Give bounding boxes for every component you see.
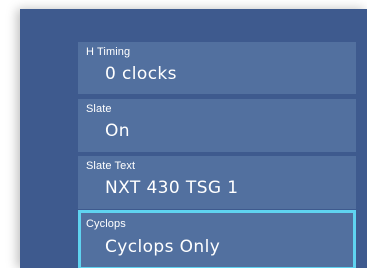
setting-value: NXT 430 TSG 1 [105, 178, 239, 198]
setting-label: Slate Text [86, 160, 136, 172]
settings-panel: H Timing 0 clocks Slate On Slate Text NX… [20, 9, 367, 268]
setting-item-slate-text[interactable]: Slate Text NXT 430 TSG 1 [78, 156, 356, 209]
setting-value: On [105, 121, 130, 141]
setting-label: Cyclops [86, 218, 126, 230]
setting-value: Cyclops Only [105, 237, 221, 257]
setting-item-cyclops[interactable]: Cyclops Cyclops Only [78, 210, 356, 268]
setting-label: Slate [86, 103, 112, 115]
setting-label: H Timing [86, 46, 131, 58]
setting-value: 0 clocks [105, 64, 177, 84]
setting-item-h-timing[interactable]: H Timing 0 clocks [78, 42, 356, 94]
setting-item-slate[interactable]: Slate On [78, 99, 356, 152]
